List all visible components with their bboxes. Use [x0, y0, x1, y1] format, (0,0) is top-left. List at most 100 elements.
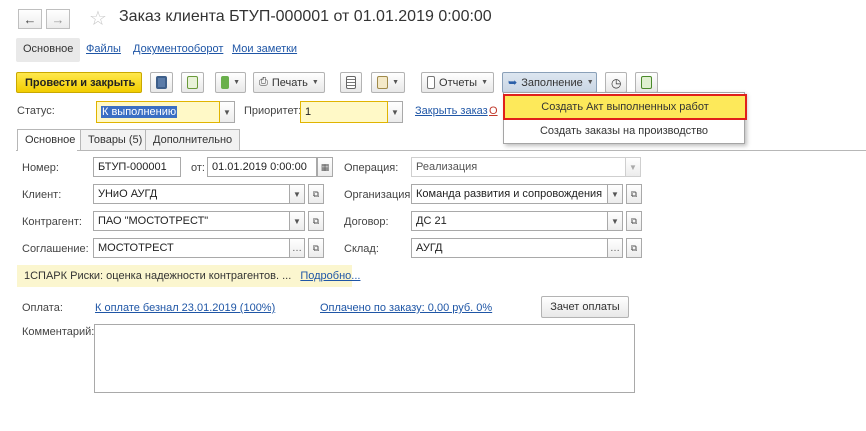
paid-by-order-link[interactable]: Оплачено по заказу: 0,00 руб. 0% — [320, 302, 492, 314]
ellipsis-icon: … — [610, 242, 620, 254]
clock-icon: ◷ — [611, 75, 622, 90]
comment-label: Комментарий: — [22, 326, 95, 338]
reports-button[interactable]: Отчеты ▼ — [421, 72, 494, 93]
contract-open-button[interactable]: ⧉ — [626, 211, 642, 231]
spark-text: 1СПАРК Риски: оценка надежности контраге… — [24, 270, 292, 282]
tab-additional[interactable]: Дополнительно — [145, 129, 241, 150]
report-icon — [427, 76, 436, 89]
forward-button[interactable]: → — [46, 9, 70, 29]
organization-field[interactable]: Команда развития и сопровождения — [411, 184, 608, 204]
print-label: Печать — [271, 76, 308, 89]
star-icon[interactable]: ☆ — [89, 6, 107, 31]
contract-label: Договор: — [344, 216, 389, 228]
payment-offset-button[interactable]: Зачет оплаты — [541, 296, 629, 318]
counterparty-dropdown-button[interactable]: ▼ — [290, 211, 305, 231]
post-button[interactable] — [181, 72, 204, 93]
priority-label: Приоритет: — [244, 105, 302, 117]
client-open-button[interactable]: ⧉ — [308, 184, 324, 204]
counterparty-field[interactable]: ПАО "МОСТОТРЕСТ" — [93, 211, 290, 231]
chevron-down-icon: ▼ — [293, 216, 301, 226]
section-files[interactable]: Файлы — [79, 38, 128, 62]
print-button[interactable]: ⎙ Печать ▼ — [253, 72, 325, 93]
spark-risk-banner: 1СПАРК Риски: оценка надежности контраге… — [17, 265, 360, 287]
create-based-icon — [221, 76, 230, 89]
add-note-button[interactable] — [635, 72, 658, 93]
warehouse-field[interactable]: АУГД — [411, 238, 608, 258]
status-value: К выполнению — [101, 106, 178, 118]
number-field[interactable]: БТУП-000001 — [93, 157, 181, 177]
fill-arrow-icon: ➥ — [508, 77, 518, 89]
open-link-icon: ⧉ — [630, 188, 638, 199]
fill-button[interactable]: ➥ Заполнение ▼ — [502, 72, 597, 93]
operation-label: Операция: — [344, 162, 399, 174]
open-link-icon: ⧉ — [630, 215, 638, 226]
chevron-down-icon: ▼ — [311, 79, 319, 86]
tab-goods[interactable]: Товары (5) — [80, 129, 151, 150]
chevron-down-icon: ▼ — [223, 107, 231, 117]
open-link-icon: ⧉ — [312, 242, 320, 253]
spark-more-link[interactable]: Подробно... — [300, 270, 360, 282]
warehouse-select-button[interactable]: … — [608, 238, 623, 258]
status-label: Статус: — [17, 105, 55, 117]
client-dropdown-button[interactable]: ▼ — [290, 184, 305, 204]
section-docflow[interactable]: Документооборот — [126, 38, 230, 62]
agreement-label: Соглашение: — [22, 243, 89, 255]
payment-due-link[interactable]: К оплате безнал 23.01.2019 (100%) — [95, 302, 275, 314]
section-notes[interactable]: Мои заметки — [225, 38, 304, 62]
organization-open-button[interactable]: ⧉ — [626, 184, 642, 204]
section-main[interactable]: Основное — [16, 38, 81, 62]
chevron-down-icon: ▼ — [611, 216, 619, 226]
menu-item-create-production-orders[interactable]: Создать заказы на производство — [504, 120, 744, 142]
chevron-down-icon: ▼ — [481, 79, 488, 86]
operation-field[interactable]: Реализация — [411, 157, 626, 177]
arrow-left-icon: ← — [23, 11, 37, 27]
date-field[interactable]: 01.01.2019 0:00:00 — [207, 157, 317, 177]
add-table-icon — [641, 76, 652, 89]
operation-dropdown-button[interactable]: ▼ — [626, 157, 641, 177]
arrow-right-icon: → — [51, 11, 65, 27]
contract-field[interactable]: ДС 21 — [411, 211, 608, 231]
chevron-down-icon: ▼ — [586, 79, 594, 86]
priority-dropdown-button[interactable]: ▼ — [388, 101, 403, 123]
calendar-icon: ▦ — [320, 161, 330, 172]
open-link-icon: ⧉ — [630, 242, 638, 253]
menu-item-create-act[interactable]: Создать Акт выполненных работ — [503, 94, 747, 120]
counterparty-open-button[interactable]: ⧉ — [308, 211, 324, 231]
number-label: Номер: — [22, 162, 59, 174]
list-icon — [346, 76, 356, 89]
save-button[interactable] — [150, 72, 173, 93]
page-title: Заказ клиента БТУП-000001 от 01.01.2019 … — [119, 8, 492, 25]
post-and-close-button[interactable]: Провести и закрыть — [16, 72, 142, 93]
comment-textarea[interactable] — [94, 324, 635, 393]
report-structure-button[interactable] — [340, 72, 362, 93]
status-dropdown-button[interactable]: ▼ — [220, 101, 235, 123]
create-based-on-button[interactable]: ▼ — [215, 72, 246, 93]
open-link-icon: ⧉ — [312, 188, 320, 199]
organization-dropdown-button[interactable]: ▼ — [608, 184, 623, 204]
status-select[interactable]: К выполнению — [96, 101, 220, 123]
agreement-select-button[interactable]: … — [290, 238, 305, 258]
contract-dropdown-button[interactable]: ▼ — [608, 211, 623, 231]
open-link-icon: ⧉ — [312, 215, 320, 226]
ellipsis-icon: … — [292, 242, 302, 254]
priority-select[interactable]: 1 — [300, 101, 388, 123]
chevron-down-icon: ▼ — [233, 79, 240, 86]
hidden-link-fragment[interactable]: О — [489, 105, 498, 117]
warehouse-open-button[interactable]: ⧉ — [626, 238, 642, 258]
fill-label: Заполнение — [521, 76, 583, 89]
close-order-link[interactable]: Закрыть заказ — [415, 105, 488, 117]
attachments-button[interactable]: ▼ — [371, 72, 405, 93]
calendar-button[interactable]: ▦ — [317, 157, 333, 177]
back-button[interactable]: ← — [18, 9, 42, 29]
chevron-down-icon: ▼ — [391, 107, 399, 117]
tab-main[interactable]: Основное — [17, 129, 84, 151]
history-button[interactable]: ◷ — [605, 72, 627, 93]
agreement-field[interactable]: МОСТОТРЕСТ — [93, 238, 290, 258]
date-from-label: от: — [191, 162, 205, 174]
active-tab-gap — [18, 149, 77, 151]
client-field[interactable]: УНиО АУГД — [93, 184, 290, 204]
agreement-open-button[interactable]: ⧉ — [308, 238, 324, 258]
fill-dropdown-menu: Создать Акт выполненных работ Создать за… — [503, 92, 747, 144]
post-document-icon — [187, 76, 198, 89]
chevron-down-icon: ▼ — [611, 189, 619, 199]
